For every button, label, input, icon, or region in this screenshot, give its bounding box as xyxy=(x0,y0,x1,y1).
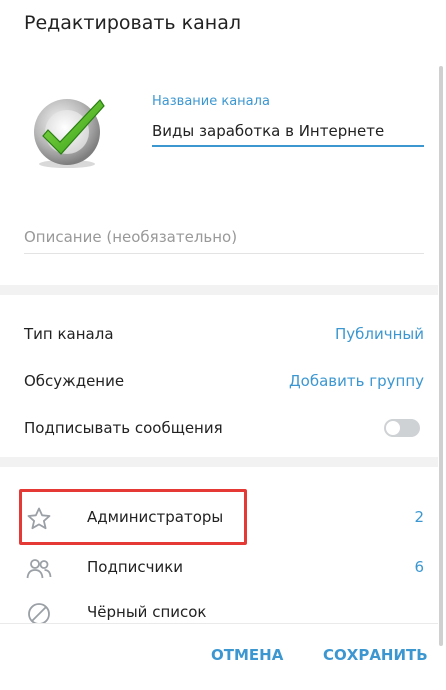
section-divider xyxy=(0,457,438,467)
administrators-highlight-frame xyxy=(19,489,247,545)
sign-messages-row[interactable]: Подписывать сообщения xyxy=(24,413,424,443)
dialog-footer: ОТМЕНА СОХРАНИТЬ xyxy=(0,623,438,690)
channel-type-value[interactable]: Публичный xyxy=(335,325,424,343)
scrollbar[interactable] xyxy=(439,66,443,646)
add-group-link[interactable]: Добавить группу xyxy=(289,372,424,390)
cancel-button[interactable]: ОТМЕНА xyxy=(211,646,283,664)
discussion-label: Обсуждение xyxy=(24,372,125,390)
dialog-title: Редактировать канал xyxy=(24,12,241,34)
section-divider xyxy=(0,285,438,295)
blacklist-label: Чёрный список xyxy=(87,603,207,621)
channel-type-label: Тип канала xyxy=(24,325,114,343)
checkmark-logo-icon xyxy=(34,99,105,168)
toggle-knob xyxy=(385,420,401,436)
discussion-row[interactable]: Обсуждение Добавить группу xyxy=(24,366,424,396)
channel-type-row[interactable]: Тип канала Публичный xyxy=(24,319,424,349)
channel-avatar[interactable] xyxy=(30,92,108,170)
users-icon xyxy=(26,556,52,582)
administrators-count: 2 xyxy=(414,508,424,526)
subscribers-row[interactable]: Подписчики 6 xyxy=(0,548,438,588)
channel-name-label: Название канала xyxy=(152,94,270,109)
sign-messages-toggle[interactable] xyxy=(384,419,420,437)
sign-messages-label: Подписывать сообщения xyxy=(24,419,223,437)
description-input[interactable] xyxy=(24,221,424,254)
save-button[interactable]: СОХРАНИТЬ xyxy=(323,646,428,664)
subscribers-count: 6 xyxy=(414,558,424,576)
channel-name-input[interactable] xyxy=(152,117,424,147)
subscribers-label: Подписчики xyxy=(87,558,184,576)
